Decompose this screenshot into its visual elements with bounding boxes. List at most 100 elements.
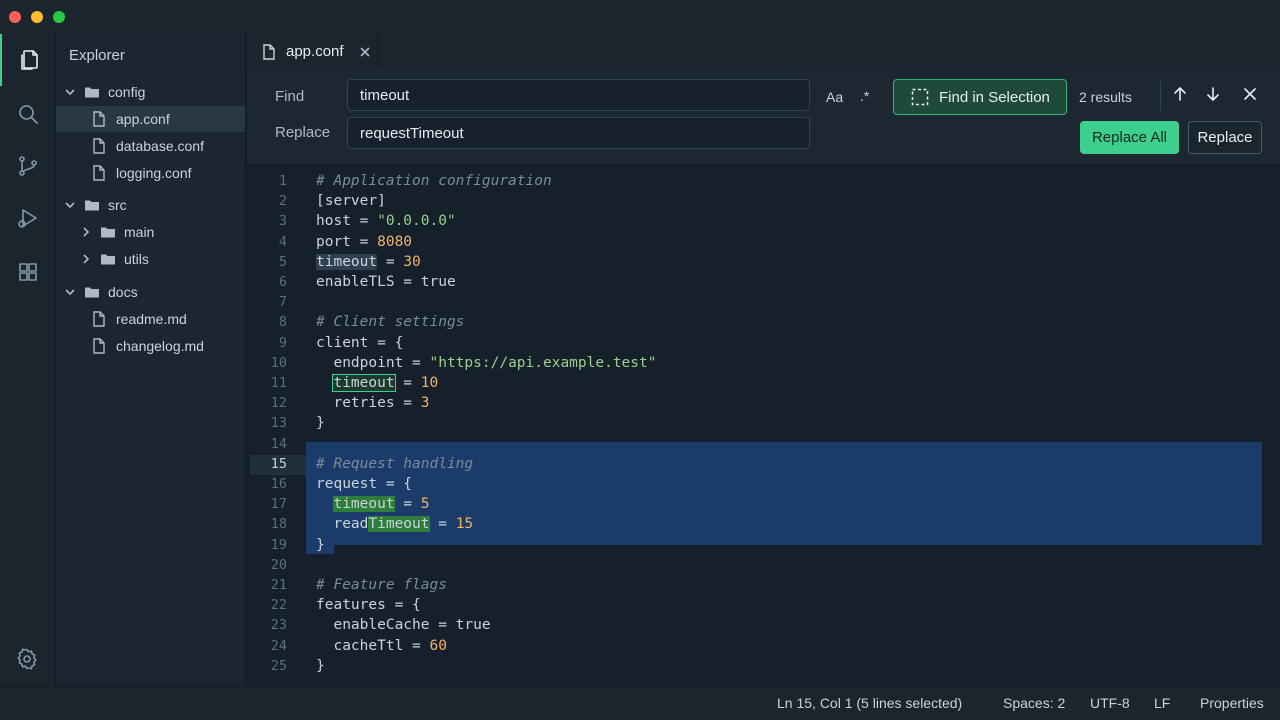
line-number: 3	[278, 213, 287, 230]
find-input[interactable]: timeout	[347, 79, 810, 111]
line-number: 6	[278, 274, 287, 290]
code-line[interactable]: 16 request = {	[247, 474, 1280, 494]
line-text: }	[316, 415, 325, 432]
encoding[interactable]: UTF-8	[1090, 695, 1130, 711]
properties-button[interactable]: Properties	[1200, 695, 1264, 711]
explorer-button[interactable]	[0, 34, 55, 86]
code-line[interactable]: 18 readTimeout = 15	[247, 514, 1280, 534]
file-icon	[93, 138, 105, 154]
code-line[interactable]: 15 # Request handling	[247, 454, 1280, 474]
line-text: }	[316, 657, 325, 674]
code-line[interactable]: 2 [server]	[247, 191, 1280, 211]
code-editor[interactable]: 1 # Application configuration 2 [server] 3 ho…	[247, 165, 1280, 686]
tree-folder[interactable]: main	[56, 219, 245, 245]
find-in-selection-toggle[interactable]: Find in Selection	[893, 79, 1067, 115]
line-number: 21	[270, 577, 287, 593]
close-window-button[interactable]	[9, 11, 21, 23]
code-line[interactable]: 8 # Client settings	[247, 312, 1280, 332]
line-ending[interactable]: LF	[1154, 695, 1170, 711]
minimize-window-button[interactable]	[31, 11, 43, 23]
code-line[interactable]: 3 host = "0.0.0.0"	[247, 211, 1280, 231]
line-text: client = {	[316, 334, 404, 351]
file-icon	[93, 111, 105, 127]
folder-icon	[85, 200, 99, 211]
indentation[interactable]: Spaces: 2	[1003, 695, 1065, 711]
code-line[interactable]: 24 cacheTtl = 60	[247, 636, 1280, 656]
tree-file[interactable]: database.conf	[56, 133, 245, 159]
cursor-position[interactable]: Ln 15, Col 1 (5 lines selected)	[777, 695, 962, 711]
code-line[interactable]: 12 retries = 3	[247, 393, 1280, 413]
match-case-toggle[interactable]: Aa	[826, 89, 843, 105]
tree-folder[interactable]: config	[56, 79, 245, 105]
code-line[interactable]: 6 enableTLS = true	[247, 272, 1280, 292]
chevron-down-icon	[65, 89, 75, 96]
code-line[interactable]: 7	[247, 292, 1280, 312]
line-number: 22	[270, 597, 287, 614]
code-line[interactable]: 9 client = {	[247, 333, 1280, 353]
line-number: 4	[278, 233, 287, 250]
tree-file[interactable]: readme.md	[56, 306, 245, 332]
line-number: 9	[278, 334, 287, 351]
code-line[interactable]: 19}	[247, 535, 1280, 555]
tree-item-label: database.conf	[116, 138, 204, 154]
code-line[interactable]: 22 features = {	[247, 595, 1280, 615]
code-line[interactable]: 1 # Application configuration	[247, 171, 1280, 191]
tree-file[interactable]: app.conf	[56, 106, 245, 132]
line-number: 11	[270, 375, 287, 391]
code-line[interactable]: 21 # Feature flags	[247, 575, 1280, 595]
replace-button[interactable]: Replace	[1188, 121, 1262, 154]
settings-button[interactable]	[14, 646, 40, 672]
code-line[interactable]: 13}	[247, 413, 1280, 433]
find-label: Find	[275, 88, 305, 105]
code-line[interactable]: 10 endpoint = "https://api.example.test"	[247, 353, 1280, 373]
tab-label: app.conf	[286, 43, 344, 60]
search-view-button[interactable]	[0, 88, 55, 140]
close-icon[interactable]	[358, 45, 372, 59]
line-text: }	[316, 536, 325, 553]
chevron-down-icon	[65, 289, 75, 296]
extensions-icon	[18, 263, 37, 281]
code-line[interactable]: 20	[247, 555, 1280, 575]
folder-icon	[101, 227, 115, 238]
replace-label: Replace	[275, 124, 331, 141]
chevron-right-icon	[83, 227, 90, 237]
code-line[interactable]: 23 enableCache = true	[247, 615, 1280, 635]
code-line[interactable]: 11 timeout = 10	[247, 373, 1280, 393]
line-text: retries = 3	[316, 395, 430, 412]
results-count: 2 results	[1079, 89, 1132, 105]
line-text: timeout = 5	[333, 496, 430, 513]
gear-icon	[17, 648, 37, 670]
extensions-button[interactable]	[0, 246, 55, 298]
selection-icon	[911, 88, 929, 106]
replace-input[interactable]: requestTimeout	[347, 117, 810, 149]
line-number: 18	[270, 516, 287, 533]
folder-icon	[85, 87, 99, 98]
previous-match-icon[interactable]	[1172, 86, 1188, 102]
tree-folder[interactable]: src	[56, 192, 245, 218]
code-line[interactable]: 17 timeout = 5	[247, 494, 1280, 514]
close-find-icon[interactable]	[1242, 86, 1258, 102]
line-text: endpoint = "https://api.example.test"	[316, 354, 657, 371]
replace-all-button[interactable]: Replace All	[1080, 121, 1179, 154]
line-number: 24	[270, 637, 287, 654]
tree-file[interactable]: logging.conf	[56, 160, 245, 186]
code-line[interactable]: 5 timeout = 30	[247, 252, 1280, 272]
next-match-icon[interactable]	[1205, 86, 1221, 102]
tree-file[interactable]: changelog.md	[56, 333, 245, 359]
line-number: 13	[270, 415, 287, 432]
code-line[interactable]: 14	[247, 434, 1280, 454]
source-control-button[interactable]	[0, 140, 55, 192]
regex-toggle[interactable]: .*	[860, 88, 869, 104]
tree-folder[interactable]: docs	[56, 279, 245, 305]
tab-app-conf[interactable]: app.conf	[247, 34, 378, 69]
run-debug-button[interactable]	[0, 192, 55, 244]
tree-folder[interactable]: utils	[56, 246, 245, 272]
sidebar-title: Explorer	[69, 47, 125, 64]
file-icon	[93, 165, 105, 181]
find-replace-widget: Find timeout Replace requestTimeout Aa .…	[247, 69, 1280, 165]
chevron-down-icon	[65, 202, 75, 209]
code-line[interactable]: 4 port = 8080	[247, 232, 1280, 252]
code-line[interactable]: 25}	[247, 656, 1280, 676]
line-number: 17	[270, 496, 287, 513]
maximize-window-button[interactable]	[53, 11, 65, 23]
